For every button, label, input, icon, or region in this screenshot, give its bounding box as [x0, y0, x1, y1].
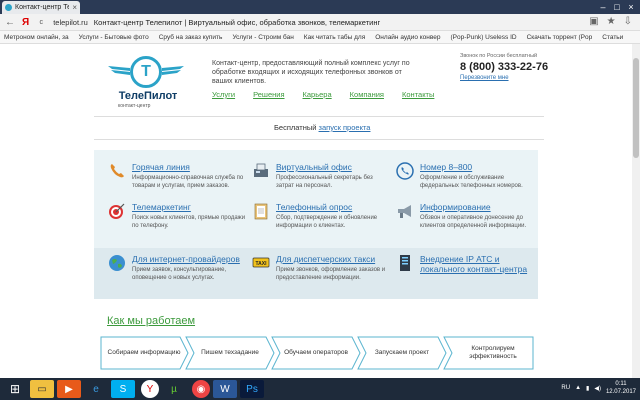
bookmark-item[interactable]: (Pop-Punk) Useless ID	[450, 34, 516, 41]
service-phone-survey[interactable]: Телефонный опрос Сбор, подтверждение и о…	[252, 202, 390, 242]
bookmark-item[interactable]: Метроном онлайн, за	[4, 34, 69, 41]
free-launch-text: Бесплатный	[274, 123, 317, 132]
service-isp[interactable]: Для интернет-провайдеров Прием заявок, к…	[108, 254, 246, 294]
server-icon	[400, 255, 410, 271]
start-button-icon[interactable]: ⊞	[3, 380, 27, 398]
service-hotline[interactable]: Горячая линия Информационно-справочная с…	[108, 162, 246, 196]
service-informing[interactable]: Информирование Обзвон и оперативное доне…	[396, 202, 534, 242]
url-host[interactable]: telepilot.ru	[53, 18, 88, 27]
service-telemarketing[interactable]: Телемаркетинг Поиск новых клиентов, прям…	[108, 202, 246, 242]
services-panel: Горячая линия Информационно-справочная с…	[94, 150, 538, 299]
step-1: Собираем информацию	[107, 349, 181, 356]
free-launch-link[interactable]: запуск проекта	[319, 123, 371, 132]
phone-block: Звонок по России бесплатный 8 (800) 333-…	[460, 53, 548, 81]
logo-subtitle: контакт-центр	[118, 103, 151, 109]
clipboard-icon	[254, 203, 268, 220]
bookmarks-bar: Метроном онлайн, за Услуги - Бытовые фот…	[0, 31, 640, 44]
taxi-icon: TAXI	[252, 257, 270, 268]
logo-name: ТелеПилот	[118, 90, 178, 102]
minimize-button[interactable]: –	[596, 0, 610, 14]
nav-link-contacts[interactable]: Контакты	[402, 90, 434, 99]
free-launch: Бесплатный запуск проекта	[274, 123, 370, 132]
url-page-title[interactable]: Контакт-центр Телепилот | Виртуальный оф…	[94, 18, 380, 27]
word-icon[interactable]: W	[213, 380, 237, 398]
service-taxi[interactable]: TAXI Для диспетчерских такси Прием звонк…	[252, 254, 390, 294]
close-window-button[interactable]: ×	[624, 0, 638, 14]
site-logo[interactable]: T ТелеПилот контакт-центр	[108, 56, 198, 109]
bookmark-item[interactable]: Статьи	[602, 34, 623, 41]
main-nav: Услуги Решения Карьера Компания Контакты	[212, 90, 434, 99]
tray-up-arrow-icon[interactable]: ▲	[575, 385, 581, 391]
nav-link-solutions[interactable]: Решения	[253, 90, 284, 99]
utorrent-icon[interactable]: µ	[162, 380, 186, 398]
step-3: Обучаем операторов	[284, 349, 348, 356]
logo-wing-right-icon	[162, 66, 184, 75]
clock-date: 12.07.2017	[605, 389, 636, 395]
globe-icon	[109, 255, 125, 271]
network-icon[interactable]: ▮	[586, 385, 589, 392]
nav-link-career[interactable]: Карьера	[303, 90, 332, 99]
divider	[94, 139, 544, 140]
system-tray: RU ▲ ▮ ◀) 0:11 12.07.2017	[561, 380, 636, 396]
nav-link-services[interactable]: Услуги	[212, 90, 235, 99]
fax-machine-icon	[254, 163, 268, 177]
logo-t-icon: T	[130, 56, 162, 88]
phone-handset-icon	[110, 164, 124, 178]
step-4: Запускаем проект	[374, 349, 430, 356]
service-8800[interactable]: Номер 8–800 Оформление и обслуживание фе…	[396, 162, 534, 196]
megaphone-icon	[398, 205, 411, 218]
phone-circle-icon	[396, 162, 414, 180]
maximize-button[interactable]: □	[610, 0, 624, 14]
bookmark-item[interactable]: Сруб на заказ купить	[159, 34, 223, 41]
tab-title: Контакт-центр Телепилот	[15, 4, 70, 11]
service-virtual-office[interactable]: Виртуальный офис Профессиональный секрет…	[252, 162, 390, 196]
divider	[94, 116, 544, 117]
process-steps: Собираем информацию Пишем техзадание Обу…	[100, 336, 534, 370]
tab-favicon-icon	[5, 4, 12, 11]
tagline: Контакт-центр, предоставляющий полный ко…	[212, 60, 410, 85]
scrollbar-thumb[interactable]	[633, 58, 639, 158]
skype-icon[interactable]: S	[111, 380, 135, 398]
step-5: Контролируем эффективность	[469, 345, 517, 360]
download-icon[interactable]: ⇩	[624, 16, 632, 27]
tab-close-icon[interactable]: ×	[72, 3, 77, 12]
window-titlebar: Контакт-центр Телепилот × – □ ×	[0, 0, 640, 14]
bookmark-manager-icon[interactable]: ▣	[589, 16, 598, 27]
bookmark-item[interactable]: Услуги - Бытовые фото	[79, 34, 149, 41]
nav-link-company[interactable]: Компания	[350, 90, 384, 99]
target-icon	[109, 203, 125, 219]
address-bar: ← Я c telepilot.ru Контакт-центр Телепил…	[0, 14, 640, 31]
bookmark-item[interactable]: Как читать табы для	[304, 34, 365, 41]
photoshop-icon[interactable]: Ps	[240, 380, 264, 398]
clock-time: 0:11	[615, 381, 627, 387]
page-content: T ТелеПилот контакт-центр Контакт-центр,…	[0, 44, 632, 378]
callback-link[interactable]: Перезвоните мне	[460, 75, 548, 81]
how-we-work-title: Как мы работаем	[107, 315, 196, 327]
step-2: Пишем техзадание	[201, 349, 259, 356]
back-arrow-icon[interactable]: ←	[4, 17, 16, 28]
media-player-icon[interactable]: ▶	[57, 380, 81, 398]
browser-tab[interactable]: Контакт-центр Телепилот ×	[2, 1, 80, 14]
phone-label: Звонок по России бесплатный	[460, 53, 538, 59]
language-indicator[interactable]: RU	[561, 385, 570, 391]
service-ip-pbx[interactable]: Внедрение IP АТС и локального контакт-це…	[396, 254, 534, 294]
clock[interactable]: 0:11 12.07.2017	[606, 380, 636, 396]
bookmark-item[interactable]: Услуги - Строим бан	[232, 34, 293, 41]
yandex-browser-icon[interactable]: Y	[141, 380, 159, 398]
star-icon[interactable]: ★	[607, 16, 616, 27]
logo-wing-left-icon	[108, 66, 130, 75]
chrome-icon[interactable]: ◉	[192, 380, 210, 398]
taskbar: ⊞ ▭ ▶ e S Y µ ◉ W Ps RU ▲ ▮ ◀) 0:11 12.0…	[0, 378, 640, 400]
explorer-icon[interactable]: ▭	[30, 380, 54, 398]
lock-icon[interactable]: c	[35, 19, 47, 26]
yandex-logo-icon[interactable]: Я	[22, 17, 29, 28]
ie-icon[interactable]: e	[84, 380, 108, 398]
bookmark-item[interactable]: Онлайн аудио конвер	[375, 34, 440, 41]
svg-text:TAXI: TAXI	[255, 261, 267, 267]
volume-icon[interactable]: ◀)	[594, 385, 601, 392]
phone-number[interactable]: 8 (800) 333-22-76	[460, 61, 548, 73]
bookmark-item[interactable]: Скачать торрент (Pop	[527, 34, 593, 41]
